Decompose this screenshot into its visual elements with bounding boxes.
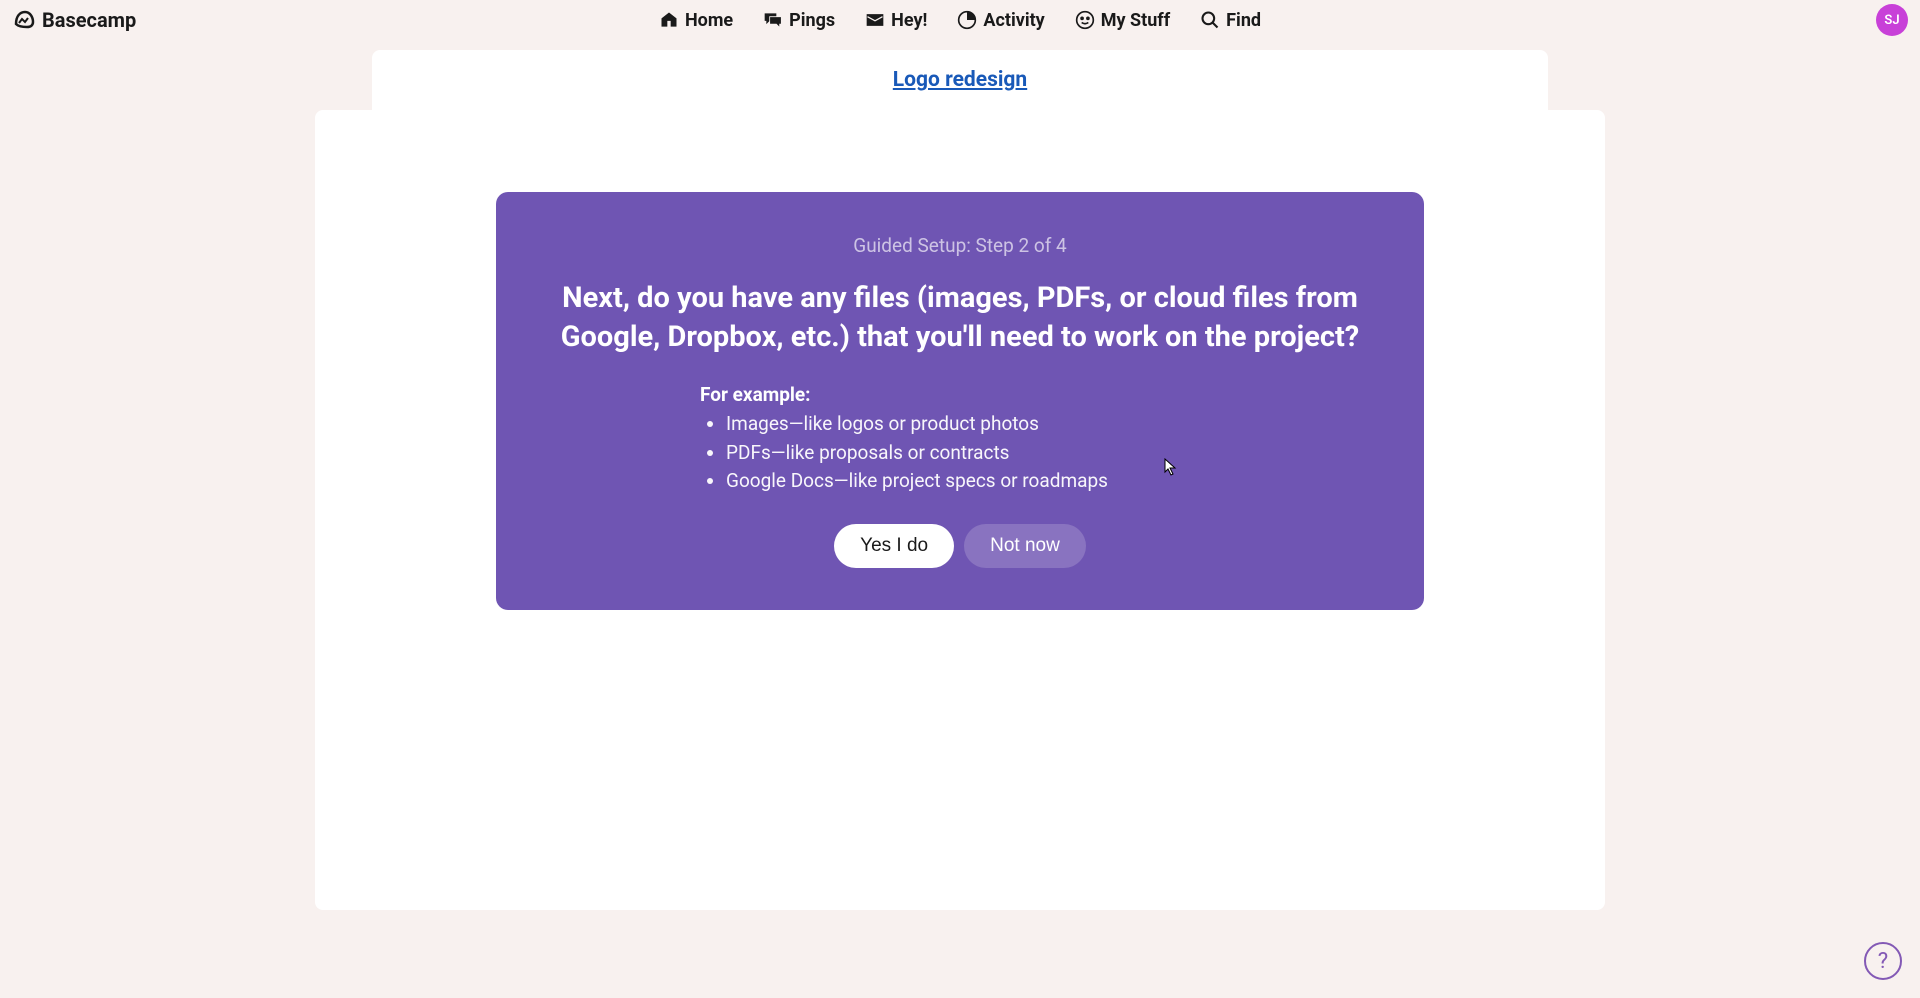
examples-section: For example: Images—like logos or produc… xyxy=(700,383,1220,496)
logo-text: Basecamp xyxy=(42,8,136,32)
nav-activity-label: Activity xyxy=(983,10,1044,31)
nav-items: Home Pings Hey! xyxy=(659,10,1261,31)
top-nav: Basecamp Home Pings xyxy=(0,0,1920,40)
nav-hey-label: Hey! xyxy=(891,10,927,31)
example-item: PDFs—like proposals or contracts xyxy=(726,439,1220,468)
examples-label: For example: xyxy=(700,383,1220,406)
nav-pings[interactable]: Pings xyxy=(763,10,835,31)
nav-activity[interactable]: Activity xyxy=(957,10,1044,31)
nav-home[interactable]: Home xyxy=(659,10,733,31)
yes-button[interactable]: Yes I do xyxy=(834,524,954,568)
project-breadcrumb-link[interactable]: Logo redesign xyxy=(893,68,1027,92)
step-indicator: Guided Setup: Step 2 of 4 xyxy=(536,234,1384,257)
help-icon: ? xyxy=(1878,949,1888,974)
nav-hey[interactable]: Hey! xyxy=(865,10,927,31)
help-button[interactable]: ? xyxy=(1864,942,1902,980)
example-item: Google Docs—like project specs or roadma… xyxy=(726,467,1220,496)
button-row: Yes I do Not now xyxy=(536,524,1384,568)
nav-pings-label: Pings xyxy=(789,10,835,31)
nav-home-label: Home xyxy=(685,10,733,31)
home-icon xyxy=(659,10,679,30)
examples-list: Images—like logos or product photos PDFs… xyxy=(700,410,1220,496)
nav-find-label: Find xyxy=(1226,10,1261,31)
nav-mystuff[interactable]: My Stuff xyxy=(1075,10,1170,31)
example-item: Images—like logos or product photos xyxy=(726,410,1220,439)
logo[interactable]: Basecamp xyxy=(12,8,136,32)
guided-setup-panel: Guided Setup: Step 2 of 4 Next, do you h… xyxy=(496,192,1424,610)
avatar-initials: SJ xyxy=(1884,13,1899,28)
user-avatar[interactable]: SJ xyxy=(1876,4,1908,36)
setup-heading: Next, do you have any files (images, PDF… xyxy=(536,279,1384,357)
nav-mystuff-label: My Stuff xyxy=(1101,10,1170,31)
hey-icon xyxy=(865,10,885,30)
activity-icon xyxy=(957,10,977,30)
not-now-button[interactable]: Not now xyxy=(964,524,1086,568)
nav-find[interactable]: Find xyxy=(1200,10,1261,31)
search-icon xyxy=(1200,10,1220,30)
pings-icon xyxy=(763,10,783,30)
mystuff-icon xyxy=(1075,10,1095,30)
main-card: Guided Setup: Step 2 of 4 Next, do you h… xyxy=(315,110,1605,910)
basecamp-logo-icon xyxy=(12,8,36,32)
